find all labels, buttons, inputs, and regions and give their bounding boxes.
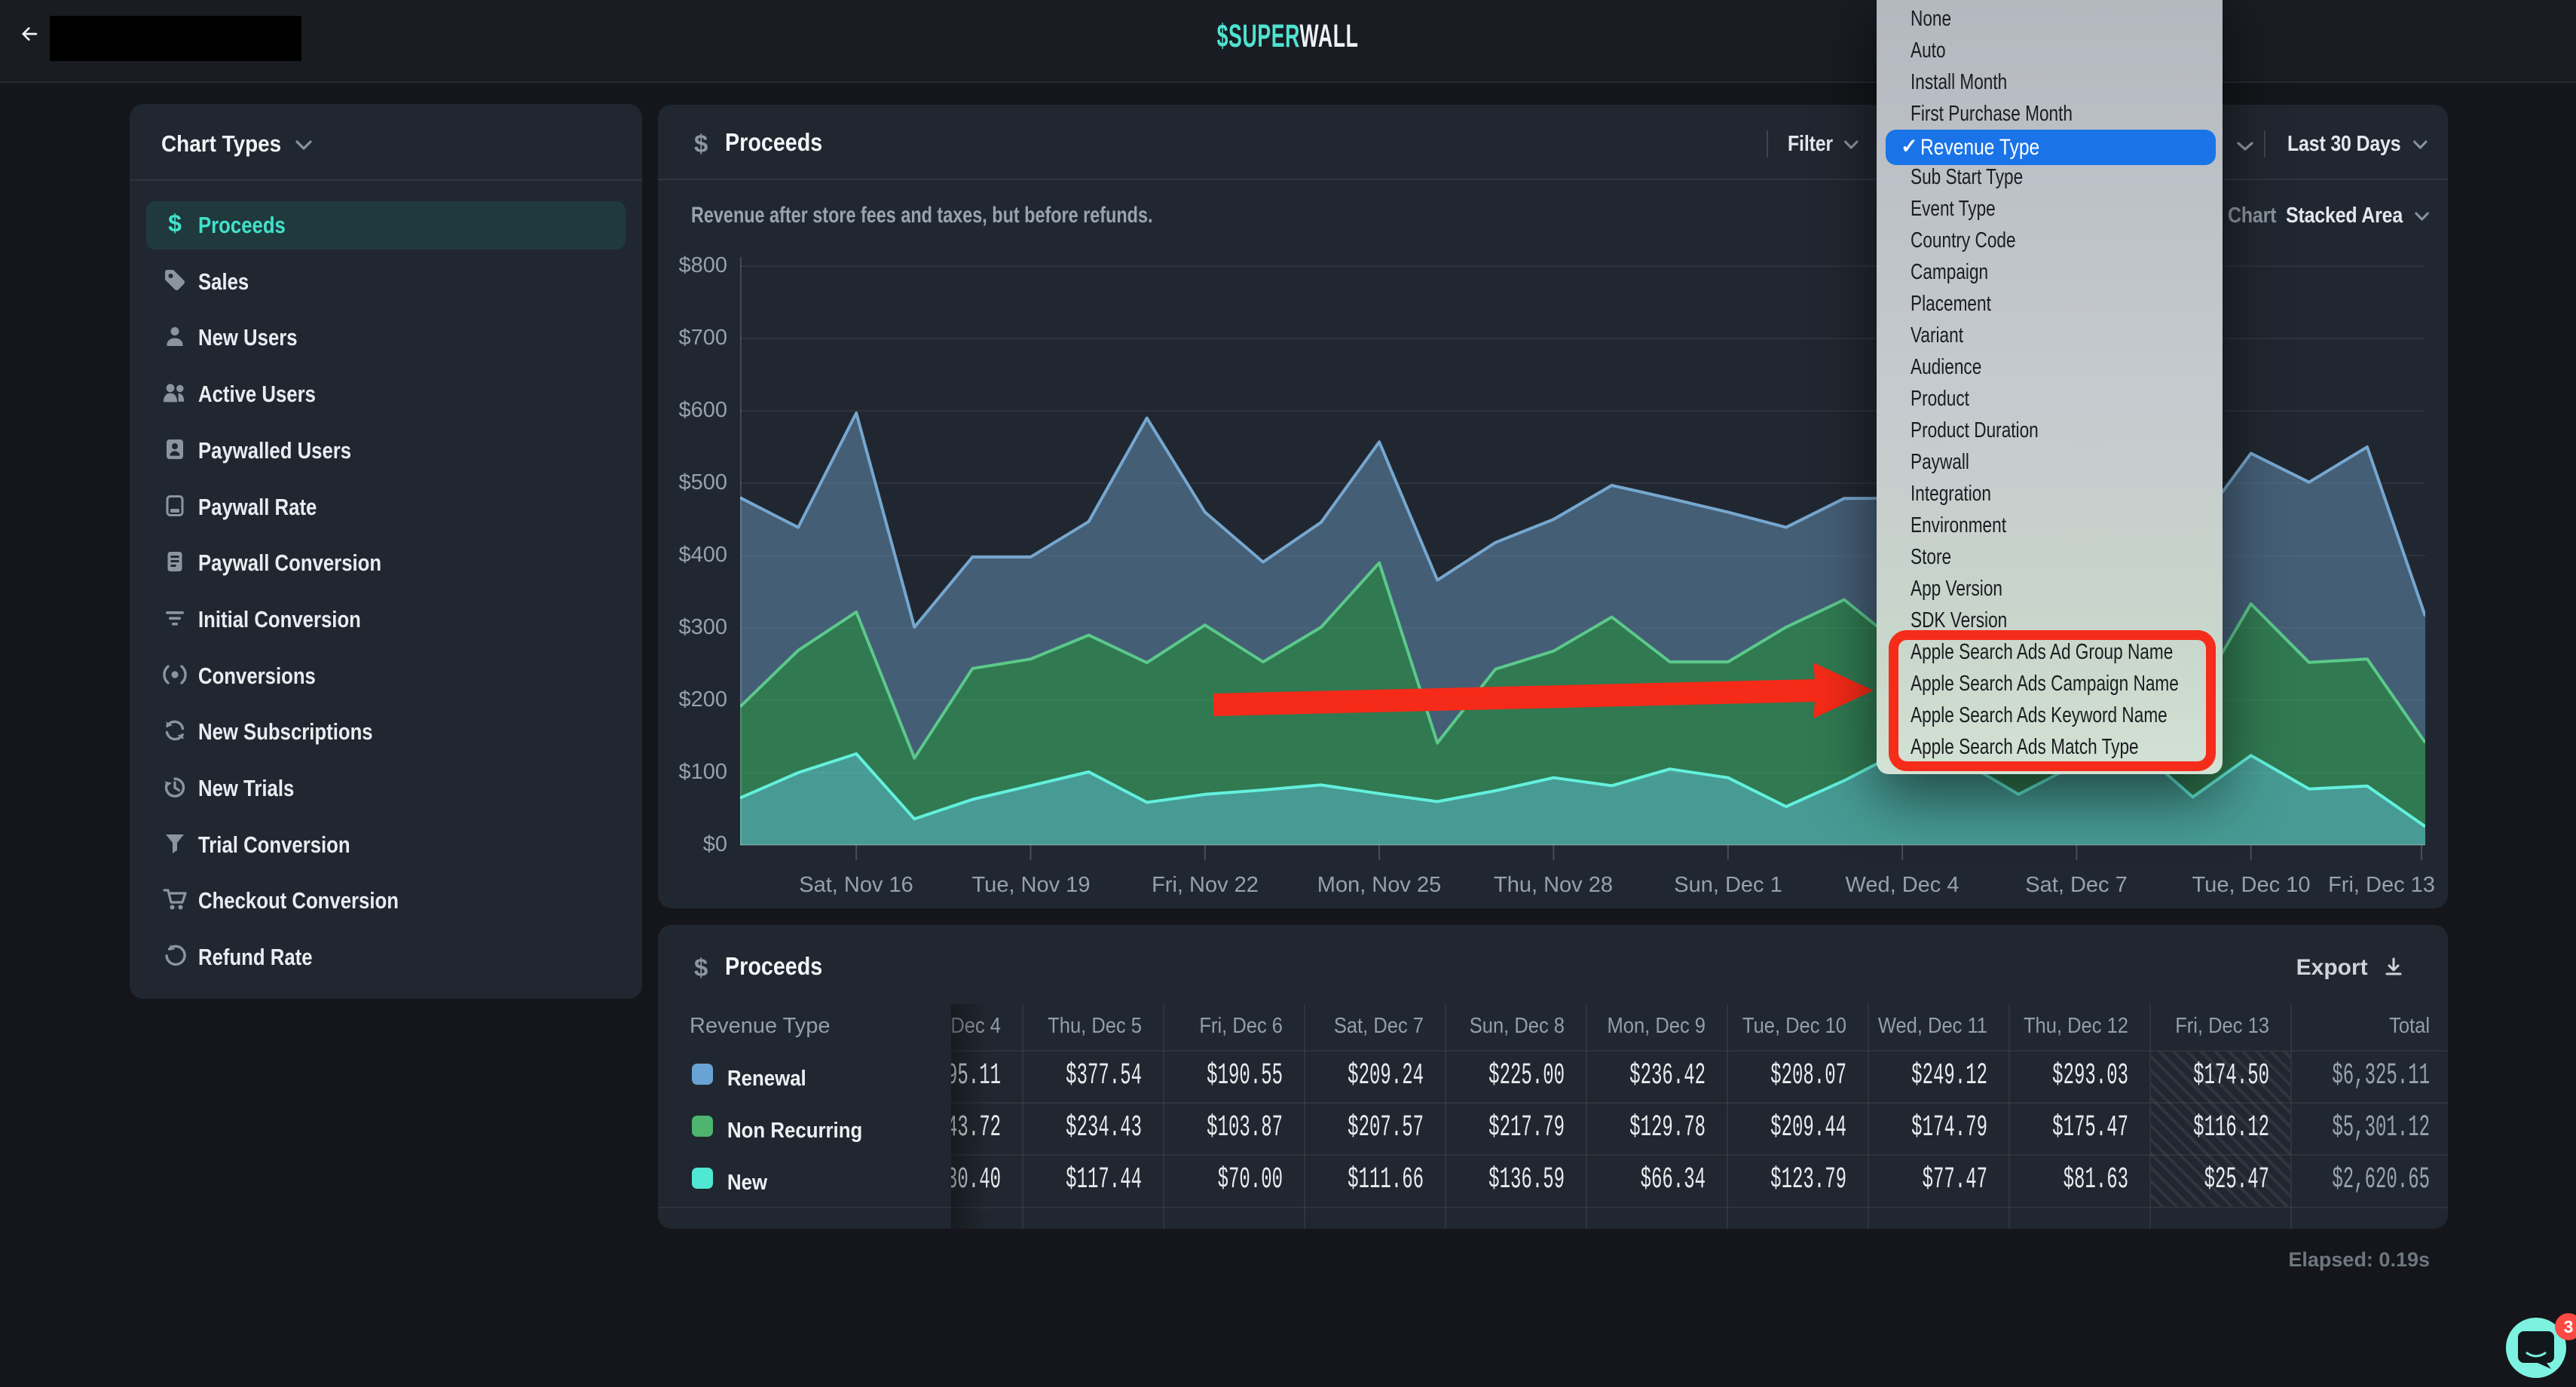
svg-text:$: $	[168, 211, 182, 237]
